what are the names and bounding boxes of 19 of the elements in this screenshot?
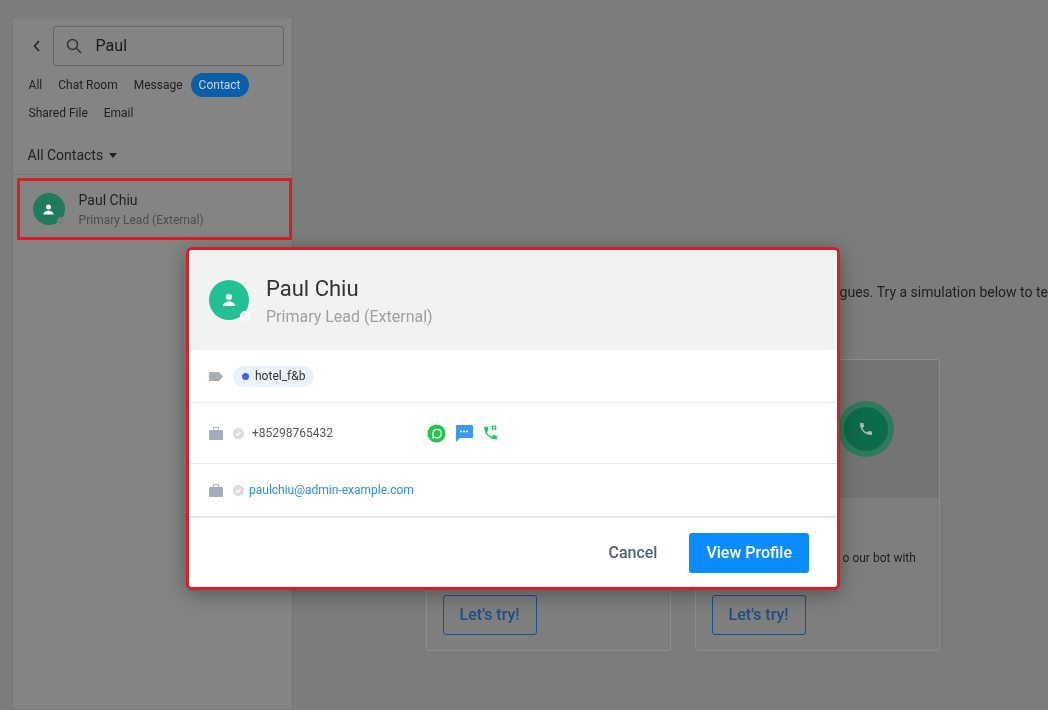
contacts-dropdown[interactable]: All Contacts	[27, 145, 118, 166]
cancel-button[interactable]: Cancel	[608, 540, 658, 565]
phone-number: +85298765432	[252, 425, 334, 442]
search-field[interactable]: Paul	[52, 26, 284, 66]
contact-name: Paul Chiu	[266, 274, 360, 303]
filter-chip[interactable]: Chat Room	[50, 73, 126, 97]
card-text: o our bot with	[842, 551, 916, 565]
contact-role: Primary Lead (External)	[266, 305, 433, 328]
view-profile-button[interactable]: View Profile	[689, 532, 809, 573]
filter-chip[interactable]: Message	[125, 73, 191, 97]
email-link[interactable]: paulchiu@admin-example.com	[249, 481, 414, 499]
filter-chip[interactable]: Email	[95, 101, 142, 125]
contact-name: Paul Chiu	[78, 190, 139, 210]
filter-chip[interactable]: Shared File	[20, 101, 96, 125]
filter-chip[interactable]: Contact	[190, 73, 249, 97]
tag-chip: hotel_f&b	[233, 365, 315, 387]
search-value: Paul	[95, 35, 127, 57]
filter-chip[interactable]: All	[20, 73, 51, 97]
intro-text: gues. Try a simulation below to te	[839, 284, 1048, 300]
